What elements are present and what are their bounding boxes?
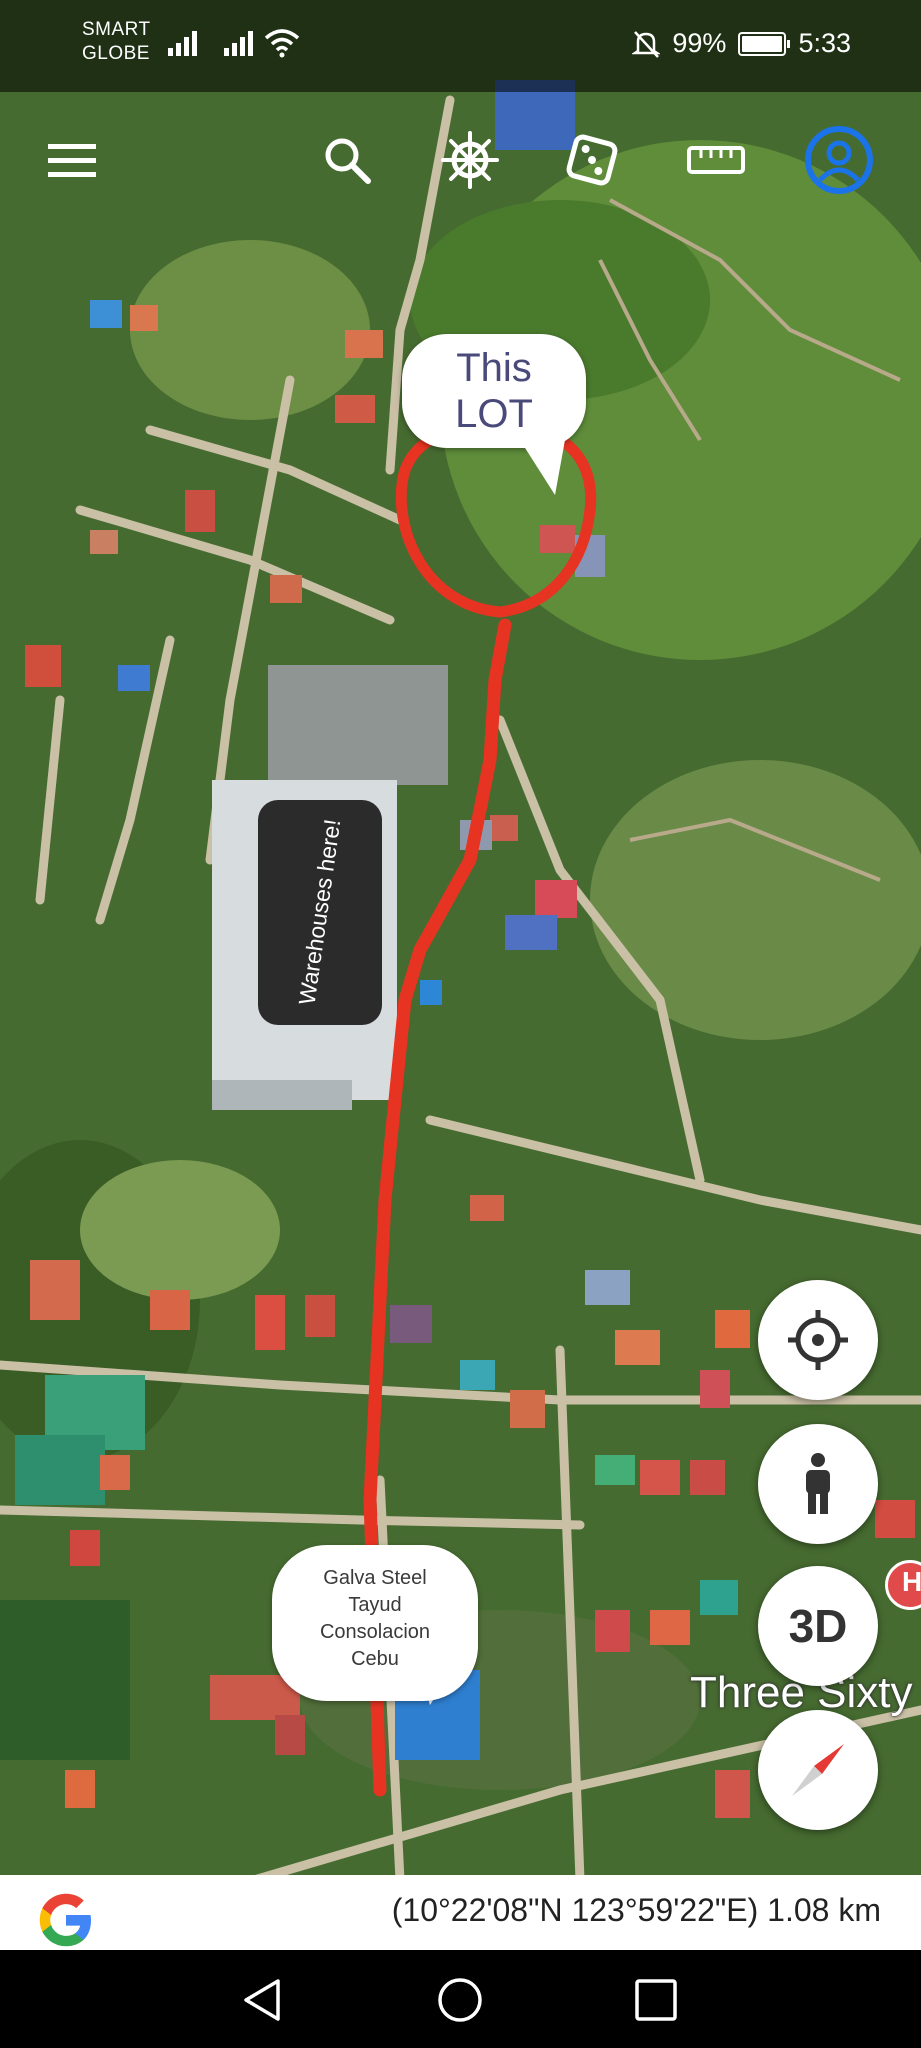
my-location-button[interactable] (758, 1280, 878, 1400)
wifi-icon (264, 29, 300, 58)
clock: 5:33 (798, 28, 851, 58)
lot-label: This LOT (455, 346, 533, 436)
galva-line-2: Tayud (348, 1594, 402, 1616)
signal-icon-2 (224, 31, 253, 56)
status-bar: SMART GLOBE 99% 5:33 (0, 0, 921, 92)
recents-icon[interactable] (634, 1978, 678, 2022)
galva-line-1: Galva Steel (323, 1567, 427, 1589)
compass-button[interactable] (758, 1710, 878, 1830)
carrier-label: SMART GLOBE (82, 18, 151, 66)
hospital-glyph: H (902, 1566, 921, 1597)
galva-line-3: Consolacion (319, 1621, 431, 1643)
pegman-icon (806, 1453, 830, 1514)
three-d-label: 3D (788, 1600, 848, 1652)
mute-bell-icon (632, 30, 661, 58)
ship-wheel-icon[interactable] (440, 130, 500, 190)
status-right: 99% 5:33 (632, 28, 851, 59)
street-view-button[interactable] (758, 1424, 878, 1544)
menu-icon[interactable] (42, 130, 102, 190)
search-icon[interactable] (317, 130, 377, 190)
carrier-line-2: GLOBE (82, 43, 150, 64)
lot-callout: This LOT (402, 334, 586, 448)
carrier-line-1: SMART (82, 19, 151, 40)
coordinate-bar: (10°22'08"N 123°59'22"E) 1.08 km (0, 1875, 921, 1950)
back-icon[interactable] (240, 1977, 284, 2023)
crosshair-icon (788, 1310, 848, 1370)
profile-icon[interactable] (801, 122, 877, 198)
dice-icon[interactable] (562, 130, 622, 190)
compass-icon (792, 1744, 844, 1796)
battery-percent: 99% (672, 28, 727, 58)
three-d-button[interactable]: 3D (758, 1566, 878, 1686)
home-icon[interactable] (437, 1977, 483, 2023)
galva-line-4: Cebu (351, 1648, 399, 1670)
navigation-bar (0, 1950, 921, 2048)
ruler-icon[interactable] (686, 130, 746, 190)
signal-icon (168, 31, 197, 56)
google-logo-icon (39, 1893, 91, 1947)
galva-steel-callout: Galva Steel Tayud Consolacion Cebu (272, 1545, 478, 1701)
coordinates-scale-readout: (10°22'08"N 123°59'22"E) 1.08 km (391, 1892, 881, 1928)
battery-icon (738, 31, 791, 56)
